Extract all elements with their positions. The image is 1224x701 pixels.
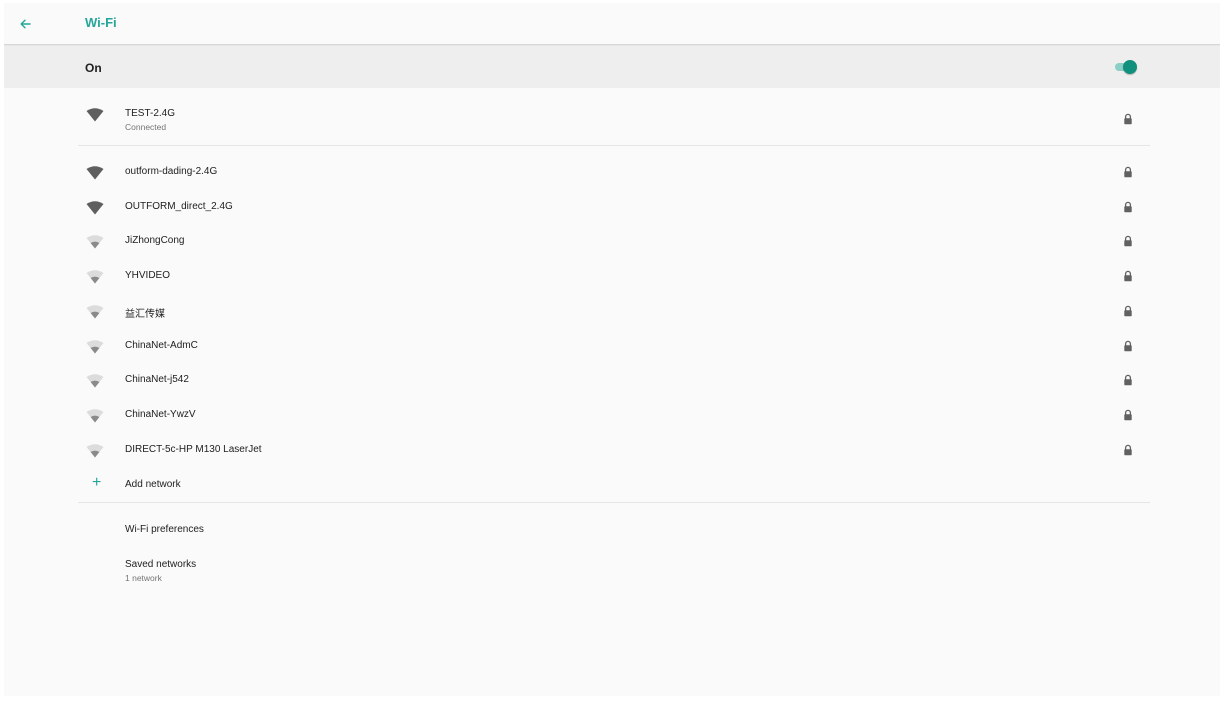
network-row[interactable]: DIRECT-5c-HP M130 LaserJet [4, 434, 1220, 468]
network-ssid: DIRECT-5c-HP M130 LaserJet [125, 443, 262, 455]
wifi-settings-screen: Wi-Fi On TEST-2.4G Connected outform-dad… [4, 3, 1220, 696]
network-row[interactable]: OUTFORM_direct_2.4G [4, 191, 1220, 225]
network-ssid: outform-dading-2.4G [125, 166, 218, 177]
wifi-signal-weak-icon [86, 305, 104, 319]
wifi-preferences-label: Wi-Fi preferences [125, 524, 204, 535]
network-ssid: ChinaNet-j542 [125, 374, 189, 386]
network-row[interactable]: ChinaNet-YwzV [4, 399, 1220, 433]
wifi-signal-weak-icon [86, 339, 104, 353]
lock-icon [1124, 305, 1132, 317]
network-row[interactable]: outform-dading-2.4G [4, 156, 1220, 190]
wifi-signal-full-icon [86, 166, 104, 180]
network-row-connected[interactable]: TEST-2.4G Connected [4, 98, 1220, 142]
back-button[interactable] [12, 11, 38, 37]
network-row[interactable]: ChinaNet-AdmC [4, 330, 1220, 364]
network-ssid: ChinaNet-YwzV [125, 408, 196, 420]
lock-icon [1124, 374, 1132, 386]
lock-icon [1124, 444, 1132, 455]
network-ssid: OUTFORM_direct_2.4G [125, 200, 233, 212]
network-row[interactable]: JiZhongCong [4, 225, 1220, 259]
page-title: Wi-Fi [85, 15, 117, 30]
wifi-signal-weak-icon [86, 409, 104, 423]
lock-icon [1124, 166, 1132, 178]
network-ssid: ChinaNet-AdmC [125, 339, 198, 351]
saved-networks-label: Saved networks [125, 559, 197, 570]
network-row[interactable]: 益汇传媒 [4, 295, 1220, 329]
saved-networks-row[interactable]: Saved networks 1 network [4, 549, 1220, 589]
network-ssid: YHVIDEO [125, 270, 171, 282]
lock-icon [1124, 340, 1132, 351]
add-network-row[interactable]: + Add network [4, 469, 1220, 503]
wifi-signal-full-icon [86, 200, 104, 215]
network-ssid: 益汇传媒 [125, 308, 165, 320]
lock-icon [1124, 236, 1132, 247]
lock-icon [1124, 201, 1132, 212]
wifi-preferences-row[interactable]: Wi-Fi preferences [4, 514, 1220, 548]
network-row[interactable]: ChinaNet-j542 [4, 364, 1220, 398]
wifi-toggle[interactable] [1115, 58, 1137, 76]
lock-icon [1124, 409, 1132, 421]
wifi-signal-full-icon [86, 108, 104, 122]
wifi-signal-weak-icon [86, 374, 104, 388]
network-ssid: TEST-2.4G [125, 108, 176, 119]
saved-networks-summary: 1 network [125, 573, 162, 583]
master-switch-label: On [85, 61, 102, 75]
wifi-signal-weak-icon [86, 235, 104, 249]
plus-icon: + [92, 474, 102, 491]
network-row[interactable]: YHVIDEO [4, 260, 1220, 294]
app-bar: Wi-Fi [4, 3, 1220, 45]
network-ssid: JiZhongCong [125, 235, 185, 247]
divider [78, 502, 1150, 503]
wifi-signal-weak-icon [86, 443, 104, 458]
toggle-thumb [1123, 60, 1137, 74]
network-status: Connected [125, 122, 167, 132]
add-network-label: Add network [125, 479, 181, 490]
wifi-master-switch-bar[interactable]: On [4, 46, 1220, 88]
lock-icon [1124, 113, 1132, 125]
divider [78, 145, 1150, 146]
wifi-signal-weak-icon [86, 270, 104, 284]
lock-icon [1124, 270, 1132, 282]
arrow-back-icon [20, 19, 31, 29]
